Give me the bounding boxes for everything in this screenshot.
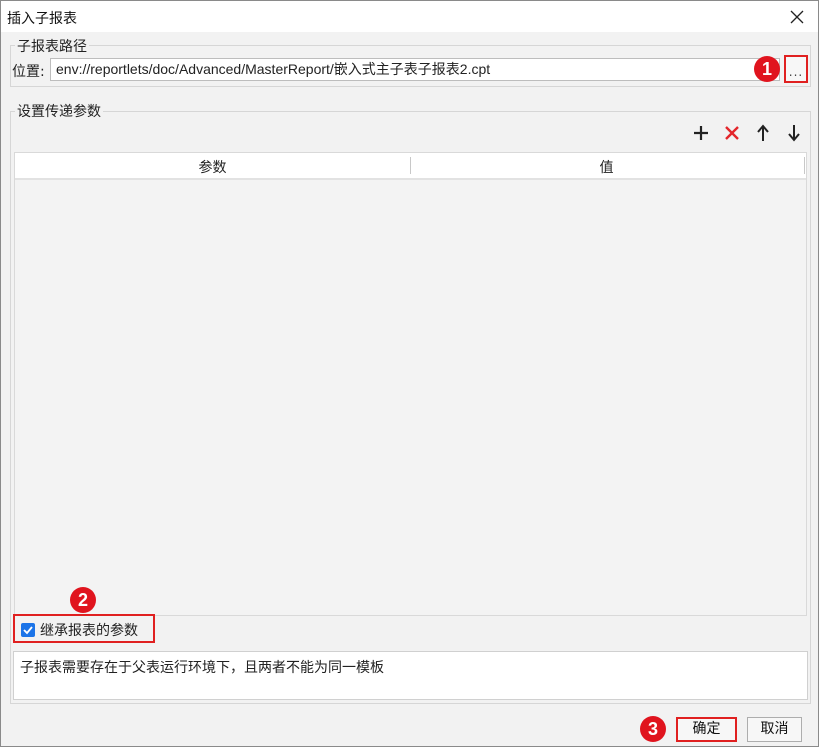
column-header-param[interactable]: 参数 [15, 157, 410, 177]
plus-icon [694, 126, 708, 140]
params-table[interactable]: 参数 值 [14, 152, 807, 616]
column-header-value[interactable]: 值 [411, 157, 802, 177]
annotation-badge-3: 3 [640, 716, 666, 742]
column-divider [804, 157, 805, 174]
arrow-up-icon [757, 124, 769, 141]
params-legend: 设置传递参数 [15, 101, 103, 121]
checkmark-icon [23, 626, 33, 635]
close-icon [790, 10, 804, 24]
move-up-button[interactable] [753, 123, 773, 143]
move-down-button[interactable] [784, 123, 804, 143]
subreport-path-legend: 子报表路径 [15, 36, 89, 56]
location-field[interactable]: env://reportlets/doc/Advanced/MasterRepo… [50, 58, 780, 81]
inherit-params-checkbox[interactable]: 继承报表的参数 [13, 614, 155, 643]
window-title: 插入子报表 [7, 11, 77, 27]
browse-button[interactable]: ... [784, 55, 808, 83]
arrow-down-icon [788, 125, 800, 142]
annotation-badge-1: 1 [754, 56, 780, 82]
insert-subreport-dialog: 插入子报表 子报表路径 位置: env://reportlets/doc/Adv… [0, 0, 819, 747]
info-note: 子报表需要存在于父表运行环境下，且两者不能为同一模板 [13, 651, 808, 700]
close-button[interactable] [780, 3, 814, 31]
inherit-params-label: 继承报表的参数 [40, 623, 138, 639]
title-bar: 插入子报表 [1, 1, 818, 32]
ok-button[interactable]: 确定 [676, 717, 737, 742]
location-label: 位置: [12, 64, 45, 80]
params-table-header: 参数 值 [15, 153, 806, 180]
annotation-badge-2: 2 [70, 587, 96, 613]
checkbox-checked[interactable] [21, 623, 35, 637]
add-param-button[interactable] [691, 123, 711, 143]
delete-param-button[interactable] [722, 123, 742, 143]
cancel-button[interactable]: 取消 [747, 717, 802, 742]
delete-x-icon [725, 126, 739, 140]
